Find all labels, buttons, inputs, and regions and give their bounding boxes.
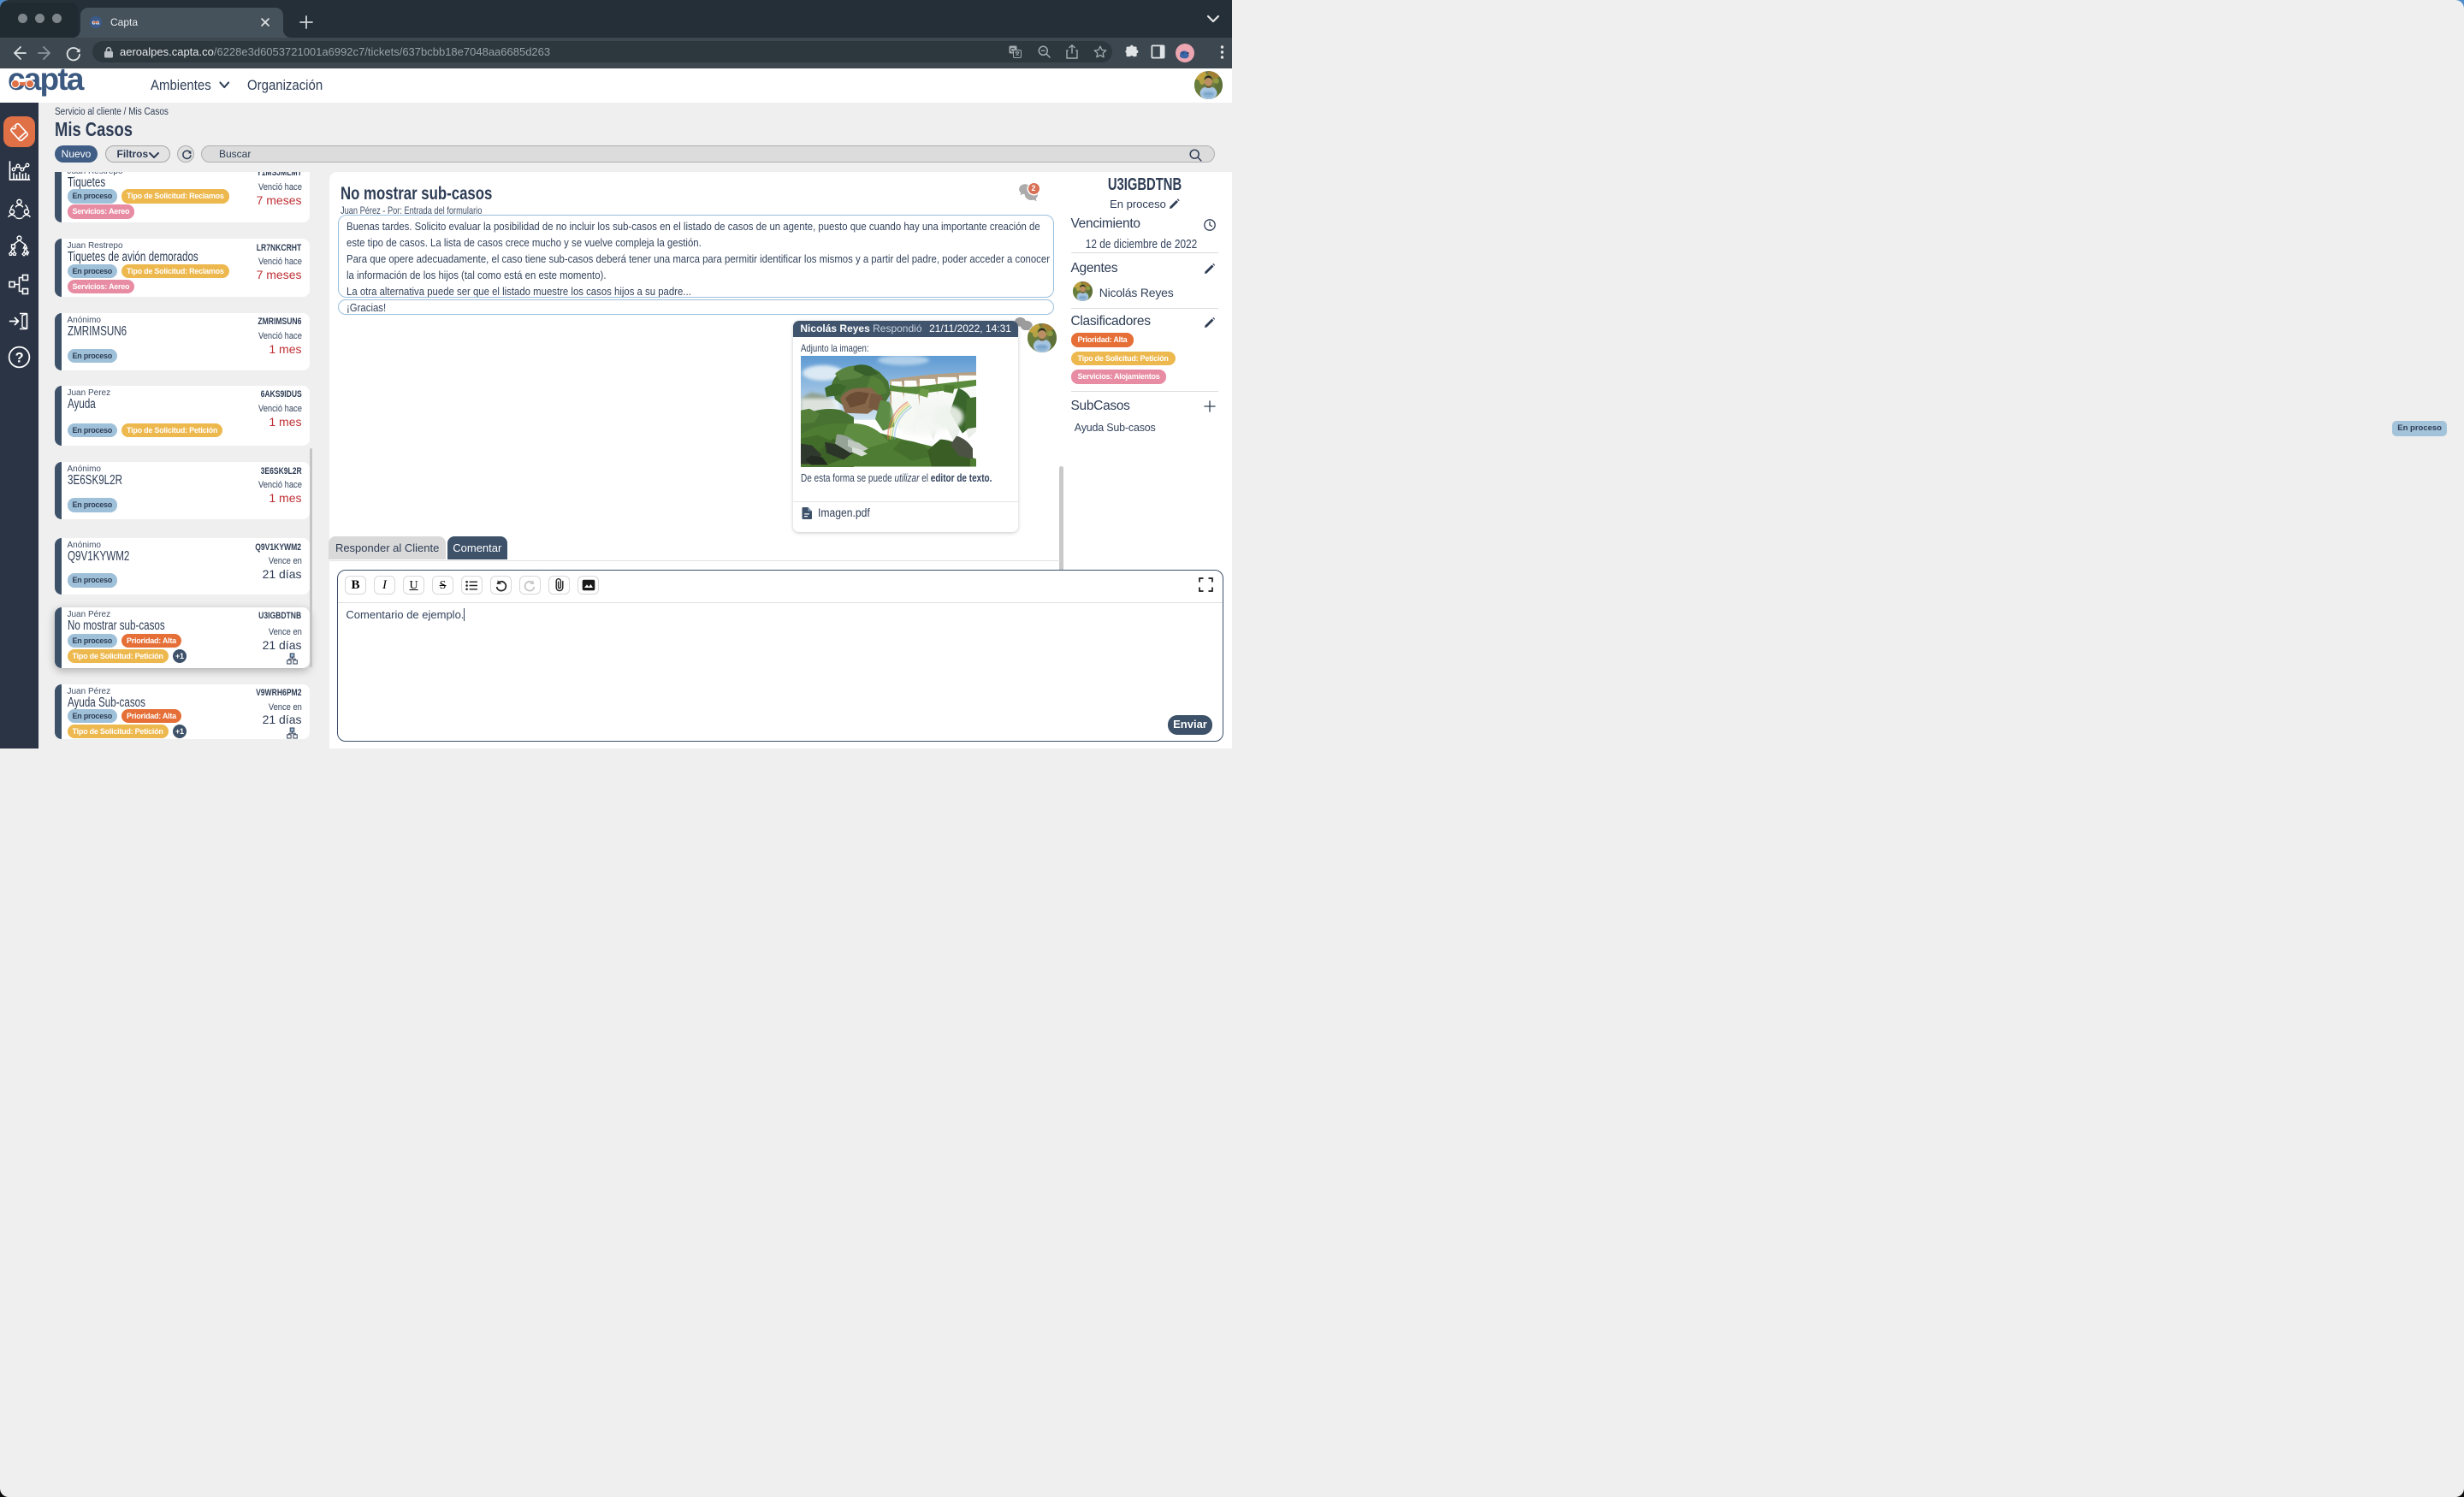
svg-text:?: ? — [15, 350, 24, 365]
